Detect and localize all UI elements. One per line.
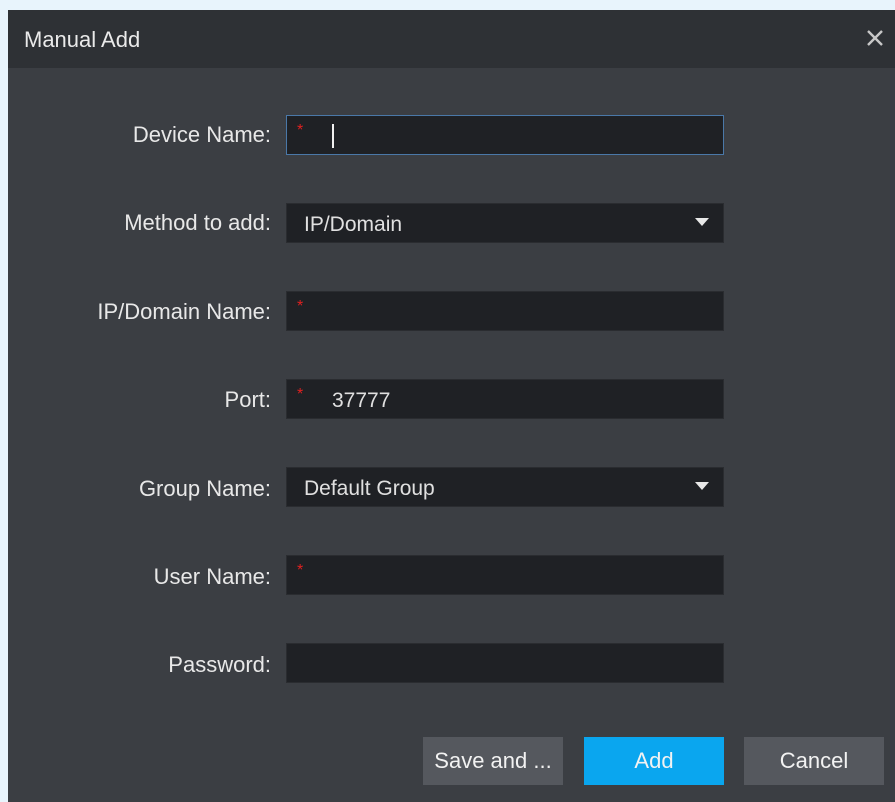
required-mark: * xyxy=(297,298,304,315)
group-name-value: Default Group xyxy=(304,477,435,500)
user-name-label: User Name: xyxy=(153,564,271,589)
password-label: Password: xyxy=(168,652,271,677)
method-to-add-select[interactable]: IP/Domain xyxy=(286,203,724,243)
close-icon[interactable] xyxy=(861,24,889,52)
dropdown-arrow-icon xyxy=(695,482,709,490)
dropdown-arrow-icon xyxy=(695,218,709,226)
cancel-button[interactable]: Cancel xyxy=(744,737,884,785)
dialog-title: Manual Add xyxy=(24,27,141,52)
group-name-select[interactable]: Default Group xyxy=(286,467,724,507)
port-value: 37777 xyxy=(332,389,391,412)
method-to-add-value: IP/Domain xyxy=(304,213,403,236)
password-input[interactable] xyxy=(286,643,724,683)
method-to-add-label: Method to add: xyxy=(124,210,271,235)
add-button[interactable]: Add xyxy=(584,737,724,785)
save-and-button[interactable]: Save and ... xyxy=(423,737,563,785)
required-mark: * xyxy=(297,122,304,139)
group-name-label: Group Name: xyxy=(138,476,271,501)
ip-domain-name-input[interactable]: * xyxy=(286,291,724,331)
manual-add-dialog: Manual Add Device Name: * Method to add:… xyxy=(8,10,895,802)
ip-domain-name-label: IP/Domain Name: xyxy=(97,299,271,324)
device-name-input[interactable]: * xyxy=(286,115,724,155)
user-name-input[interactable]: * xyxy=(286,555,724,595)
text-cursor xyxy=(332,124,334,148)
port-input[interactable]: * 37777 xyxy=(286,379,724,419)
device-name-label: Device Name: xyxy=(132,122,271,147)
dialog-titlebar: Manual Add xyxy=(8,10,895,68)
required-mark: * xyxy=(297,562,304,579)
required-mark: * xyxy=(297,386,304,403)
port-label: Port: xyxy=(224,387,271,412)
